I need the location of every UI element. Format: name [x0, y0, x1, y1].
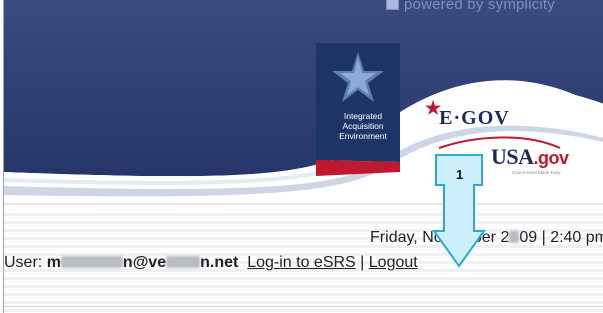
user-line: User: m n@ve n.net Log-in to eSRS | Logout	[4, 254, 418, 272]
iae-logo-text: Integrated Acquisition Environment	[339, 111, 387, 141]
powered-by-icon	[386, 0, 399, 10]
redacted-email-part	[60, 256, 123, 268]
redacted-text	[509, 231, 520, 243]
datetime-text: Friday, November 209 | 2:40 pm	[370, 229, 603, 246]
redacted-email-part	[166, 256, 201, 268]
powered-by-link[interactable]: powered by symplicity	[386, 0, 555, 13]
logout-link[interactable]: Logout	[369, 254, 418, 271]
page-frame: powered by symplicity Integrated Acquisi…	[3, 0, 603, 313]
user-email: m n@ve n.net	[46, 254, 239, 271]
step-number: 1	[456, 167, 464, 182]
divider	[4, 306, 603, 307]
star-icon: ★	[425, 98, 443, 118]
user-label: User:	[4, 254, 43, 271]
usagov-logo: USA.gov	[491, 144, 569, 169]
login-esrs-link[interactable]: Log-in to eSRS	[247, 254, 356, 271]
header-banner: powered by symplicity Integrated Acquisi…	[4, 0, 603, 205]
user-info-bar: Friday, November 209 | 2:40 pm User: mn@…	[4, 208, 603, 313]
step-callout-arrow: 1	[432, 153, 486, 268]
link-separator: |	[360, 254, 365, 271]
iae-logo	[316, 43, 400, 176]
egov-logo: ★E·GOV	[425, 98, 510, 129]
usagov-tagline: Government Made Easy	[512, 170, 561, 175]
